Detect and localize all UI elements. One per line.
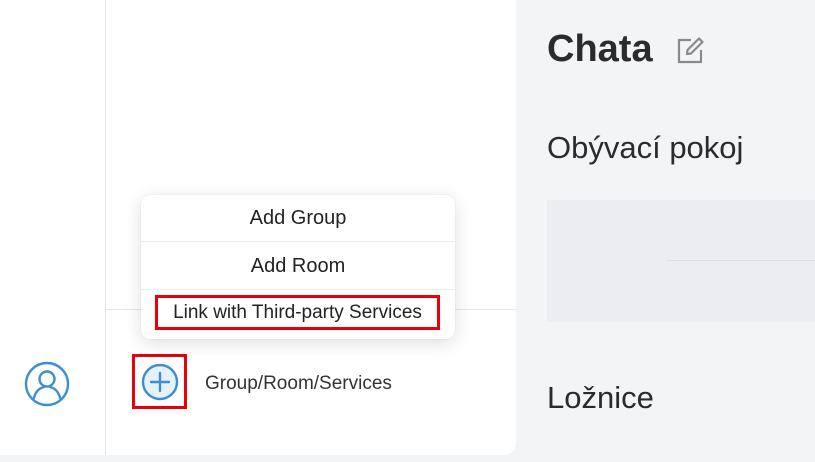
menu-divider <box>141 241 455 242</box>
menu-item-add-room[interactable]: Add Room <box>141 243 455 289</box>
room-title-living-room: Obývací pokoj <box>547 130 744 165</box>
menu-item-link-third-party-services[interactable]: Link with Third-party Services <box>155 295 440 330</box>
home-title: Chata <box>547 28 653 70</box>
edit-icon[interactable] <box>675 36 705 66</box>
left-rail <box>0 0 106 455</box>
menu-item-add-group[interactable]: Add Group <box>141 195 455 241</box>
add-button-label[interactable]: Group/Room/Services <box>205 373 392 395</box>
add-group-room-services-button[interactable] <box>132 354 187 409</box>
room-title-bedroom: Ložnice <box>547 380 654 415</box>
add-popup-menu: Add Group Add Room Link with Third-party… <box>141 195 455 339</box>
menu-divider <box>141 289 455 290</box>
room-card[interactable] <box>547 200 815 322</box>
plus-circle-icon <box>141 363 178 400</box>
user-avatar-icon[interactable] <box>24 361 70 407</box>
card-divider <box>667 260 815 261</box>
